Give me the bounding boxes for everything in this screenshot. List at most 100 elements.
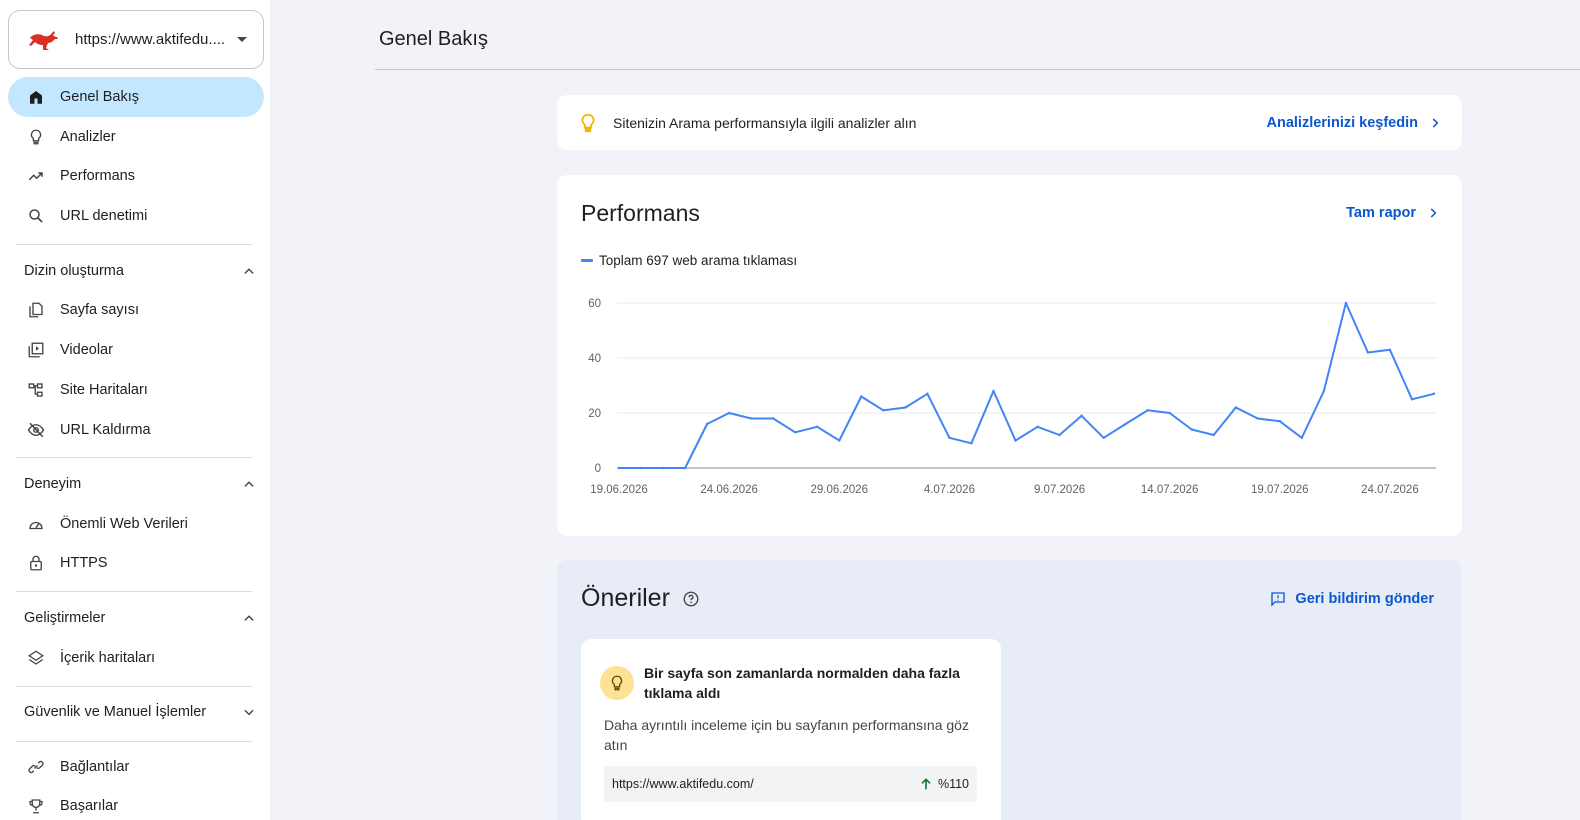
home-icon: [26, 87, 46, 107]
section-guvenlik-ve-manuel-islemler[interactable]: Güvenlik ve Manuel İşlemler: [16, 692, 256, 732]
sidebar: https://www.aktifedu.... Genel Bakış Ana…: [0, 0, 270, 820]
sidebar-item-label: Videolar: [60, 342, 113, 358]
sitemap-icon: [26, 380, 46, 400]
data-point: [992, 389, 995, 393]
sidebar-divider: [16, 244, 252, 245]
suggestion-url: https://www.aktifedu.com/: [612, 777, 754, 791]
sidebar-item-genel-bakis[interactable]: Genel Bakış: [8, 77, 264, 117]
data-point: [1322, 389, 1326, 393]
chevron-up-icon: [244, 268, 254, 274]
data-point: [926, 392, 929, 395]
section-title: Geliştirmeler: [24, 610, 106, 626]
data-point: [1102, 436, 1105, 439]
send-feedback-button[interactable]: Geri bildirim gönder: [1269, 590, 1434, 608]
sidebar-item-basarilar[interactable]: Başarılar: [8, 786, 264, 820]
sidebar-item-site-haritalari[interactable]: Site Haritaları: [8, 370, 264, 410]
data-point: [1300, 436, 1304, 439]
sidebar-divider: [16, 686, 252, 687]
link-icon: [26, 757, 46, 777]
section-deneyim[interactable]: Deneyim: [16, 464, 256, 504]
kangaroo-logo: [29, 30, 58, 50]
lightbulb-icon: [581, 113, 595, 132]
legend-swatch: [581, 259, 593, 262]
lightbulb-icon: [611, 675, 623, 691]
sidebar-item-label: HTTPS: [60, 555, 108, 571]
data-point: [882, 409, 885, 412]
data-point: [771, 417, 775, 420]
title-divider: [375, 69, 1580, 70]
x-tick-label: 14.07.2026: [1141, 484, 1199, 496]
data-point: [661, 466, 665, 470]
insight-text: Sitenizin Arama performansıyla ilgili an…: [613, 114, 917, 131]
trophy-icon: [26, 796, 46, 816]
sidebar-item-baglantilar[interactable]: Bağlantılar: [8, 747, 264, 787]
suggestion-card[interactable]: Bir sayfa son zamanlarda normalden daha …: [581, 639, 1001, 820]
sidebar-item-videolar[interactable]: Videolar: [8, 330, 264, 370]
property-selector[interactable]: https://www.aktifedu....: [8, 10, 264, 69]
data-point: [617, 466, 621, 470]
section-dizin-olusturma[interactable]: Dizin oluşturma: [16, 251, 256, 291]
page-title: Genel Bakış: [379, 28, 488, 50]
sidebar-item-label: İçerik haritaları: [60, 650, 156, 666]
sidebar-item-analizler[interactable]: Analizler: [8, 117, 264, 157]
suggestion-url-row[interactable]: https://www.aktifedu.com/ %110: [604, 766, 977, 802]
feedback-icon: [1271, 592, 1286, 607]
sidebar-item-label: URL Kaldırma: [60, 422, 151, 438]
x-tick-label: 24.07.2026: [1361, 484, 1419, 496]
caret-down-icon: [237, 37, 247, 42]
sidebar-item-sayfa-sayisi[interactable]: Sayfa sayısı: [8, 290, 264, 330]
x-tick-label: 19.07.2026: [1251, 484, 1309, 496]
sidebar-item-label: Site Haritaları: [60, 382, 148, 398]
data-point: [749, 417, 753, 420]
section-title: Güvenlik ve Manuel İşlemler: [24, 704, 207, 720]
suggestions-title-row: Öneriler: [581, 584, 700, 613]
sidebar-item-https[interactable]: HTTPS: [8, 543, 264, 583]
suggestion-change-value: %110: [937, 777, 969, 791]
y-tick-label: 20: [588, 408, 601, 420]
data-point: [1388, 348, 1392, 351]
data-point: [1278, 420, 1282, 423]
arrow-up-icon: [921, 778, 931, 790]
full-report-label: Tam rapor: [1346, 205, 1416, 221]
data-point: [639, 466, 643, 470]
suggestion-description: Daha ayrıntılı inceleme için bu sayfanın…: [604, 717, 969, 753]
sidebar-item-onemli-web-verileri[interactable]: Önemli Web Verileri: [8, 504, 264, 544]
chevron-down-icon: [244, 709, 254, 716]
data-point: [1080, 414, 1083, 417]
insight-banner: Sitenizin Arama performansıyla ilgili an…: [557, 95, 1462, 150]
sidebar-item-url-denetimi[interactable]: URL denetimi: [8, 196, 264, 236]
help-icon[interactable]: [682, 590, 700, 608]
data-point: [904, 406, 907, 409]
data-point: [1168, 411, 1171, 415]
sidebar-item-icerik-haritalari[interactable]: İçerik haritaları: [8, 638, 264, 678]
data-point: [705, 422, 709, 426]
explore-insights-link[interactable]: Analizlerinizi keşfedin: [1267, 115, 1443, 131]
sidebar-item-url-kaldirma[interactable]: URL Kaldırma: [8, 410, 264, 450]
data-point: [1212, 433, 1215, 437]
sidebar-item-label: Başarılar: [60, 798, 119, 814]
explore-insights-label: Analizlerinizi keşfedin: [1266, 114, 1419, 131]
data-point: [860, 395, 863, 398]
property-url: https://www.aktifedu....: [75, 31, 226, 48]
data-point: [683, 466, 687, 470]
data-point: [1124, 422, 1127, 426]
full-report-link[interactable]: Tam rapor: [1346, 205, 1440, 221]
data-point: [1256, 417, 1259, 420]
chevron-right-icon: [1430, 208, 1437, 218]
y-tick-label: 60: [588, 298, 601, 310]
send-feedback-label: Geri bildirim gönder: [1295, 591, 1434, 607]
chart-legend: Toplam 697 web arama tıklaması: [581, 253, 797, 268]
sidebar-item-label: Önemli Web Verileri: [60, 516, 188, 532]
suggestions-title: Öneriler: [581, 584, 670, 612]
performance-card: Performans Tam rapor Toplam 697 web aram…: [557, 175, 1462, 536]
layers-icon: [26, 648, 46, 668]
x-tick-label: 29.06.2026: [810, 484, 868, 496]
section-gelistirmeler[interactable]: Geliştirmeler: [16, 598, 256, 638]
sidebar-divider: [16, 741, 252, 742]
x-tick-label: 9.07.2026: [1034, 484, 1085, 496]
section-title: Deneyim: [24, 476, 82, 492]
sidebar-divider: [16, 457, 252, 458]
sidebar-item-performans[interactable]: Performans: [8, 156, 264, 196]
sidebar-item-label: Bağlantılar: [60, 759, 130, 775]
trending-up-icon: [26, 166, 46, 186]
